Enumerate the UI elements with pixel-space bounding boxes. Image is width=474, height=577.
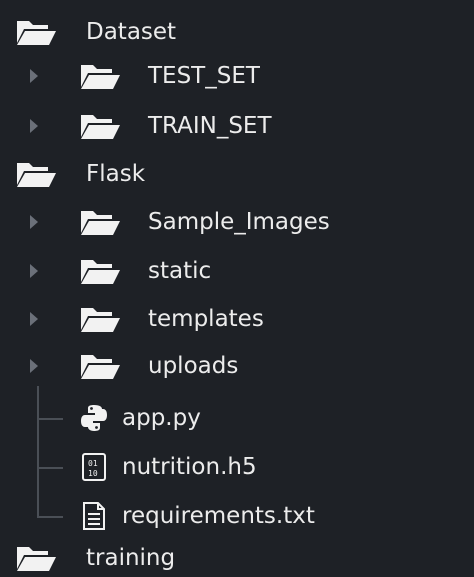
chevron-right-icon[interactable] [28,358,40,374]
tree-item-flask[interactable]: Flask [14,154,145,194]
folder-open-icon [78,61,122,91]
tree-item-label: uploads [148,352,239,379]
tree-guide-branch [37,418,63,420]
tree-item-training[interactable]: training [14,538,175,577]
text-file-icon [80,501,108,531]
tree-item-label: app.py [122,404,201,431]
folder-open-icon [78,351,122,381]
tree-item-train-set[interactable]: TRAIN_SET [0,106,474,146]
file-explorer-tree: Dataset TEST_SET TRAIN_SET Flask Sample_… [0,0,474,577]
folder-open-icon [78,111,122,141]
tree-item-sample-images[interactable]: Sample_Images [0,202,474,242]
folder-open-icon [14,17,58,47]
folder-open-icon [78,304,122,334]
tree-item-requirements-txt[interactable]: requirements.txt [80,496,315,536]
binary-file-icon: 01 10 [80,452,108,482]
folder-open-icon [78,207,122,237]
tree-item-templates[interactable]: templates [0,299,474,339]
tree-item-label: TEST_SET [148,62,260,89]
tree-item-label: static [148,257,212,284]
tree-item-label: training [86,544,176,571]
tree-item-app-py[interactable]: app.py [80,398,201,438]
tree-item-label: Flask [86,160,146,187]
folder-open-icon [14,543,58,573]
chevron-right-icon[interactable] [28,118,40,134]
chevron-right-icon[interactable] [28,263,40,279]
tree-guide-branch [37,467,63,469]
chevron-right-icon[interactable] [28,214,40,230]
tree-item-label: nutrition.h5 [122,453,257,480]
tree-item-label: TRAIN_SET [148,112,272,139]
svg-text:10: 10 [88,469,98,478]
tree-item-uploads[interactable]: uploads [0,346,474,386]
tree-guide-branch [37,516,63,518]
chevron-right-icon[interactable] [28,311,40,327]
folder-open-icon [14,159,58,189]
tree-item-label: Dataset [86,18,177,45]
chevron-right-icon[interactable] [28,68,40,84]
tree-item-dataset[interactable]: Dataset [14,12,176,52]
tree-item-label: templates [148,305,264,332]
tree-item-nutrition-h5[interactable]: 01 10 nutrition.h5 [80,447,257,487]
tree-item-static[interactable]: static [0,251,474,291]
python-icon [80,403,108,433]
tree-guide-line [37,386,39,518]
tree-item-label: Sample_Images [148,208,330,235]
svg-text:01: 01 [88,459,98,468]
tree-item-label: requirements.txt [122,502,315,529]
folder-open-icon [78,256,122,286]
tree-item-test-set[interactable]: TEST_SET [0,56,474,96]
